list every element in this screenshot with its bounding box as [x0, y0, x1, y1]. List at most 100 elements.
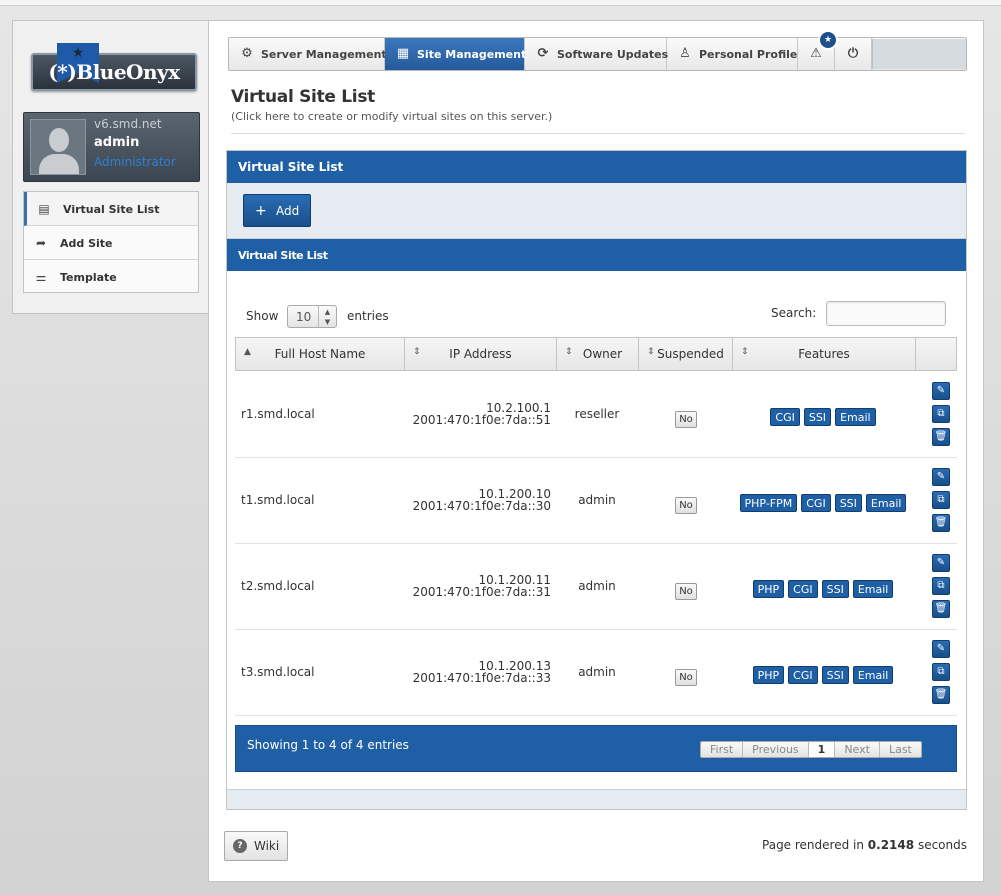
suspended-badge: No — [675, 411, 697, 428]
column-label: IP Address — [449, 347, 512, 361]
pager-previous[interactable]: Previous — [743, 742, 809, 757]
avatar — [30, 119, 86, 175]
browser-top-strip — [0, 0, 1001, 6]
logout-button[interactable]: ⏻ — [835, 38, 872, 70]
feature-tag: Email — [865, 494, 907, 512]
host-name: t1.smd.local — [241, 493, 315, 507]
owner: admin — [578, 579, 616, 593]
add-button[interactable]: + Add — [243, 194, 311, 227]
user-name: admin — [94, 135, 140, 150]
table-body-area: Show 10 ▲ ▼ entries Search: ▲ Full Host N… — [227, 271, 966, 789]
feature-tag: CGI — [788, 580, 818, 598]
tab-label: Server Management — [261, 48, 387, 61]
pager-page-1[interactable]: 1 — [808, 742, 836, 757]
sidebar-item-template[interactable]: ⚌ Template — [24, 260, 198, 294]
features: CGI SSI Email — [735, 408, 911, 426]
column-label: Owner — [582, 347, 623, 361]
edit-button[interactable]: ✎ — [932, 468, 950, 486]
pagination: First Previous 1 Next Last — [700, 741, 922, 758]
feature-tag: PHP — [752, 580, 785, 598]
ipv6: 2001:470:1f0e:7da::33 — [412, 671, 551, 685]
row-actions: ✎ ⧉ 🗑 — [932, 382, 950, 451]
tab-label: Site Management — [417, 48, 527, 61]
tab-server-management[interactable]: ⚙ Server Management — [229, 38, 387, 70]
render-time: Page rendered in 0.2148 seconds — [762, 838, 967, 852]
user-role-link[interactable]: Administrator — [94, 155, 176, 169]
tab-site-management[interactable]: ▦ Site Management — [385, 38, 527, 70]
sidebar-item-virtual-site-list[interactable]: ▤ Virtual Site List — [24, 192, 198, 226]
help-icon: ? — [233, 839, 247, 853]
feature-tag: SSI — [834, 494, 862, 512]
column-header-host[interactable]: ▲ Full Host Name — [236, 338, 405, 370]
tab-software-updates[interactable]: ⟳ Software Updates — [525, 38, 669, 70]
tab-label: Software Updates — [557, 48, 669, 61]
row-actions: ✎ ⧉ 🗑 — [932, 554, 950, 623]
external-window-icon: ⧉ — [937, 494, 945, 505]
row-actions: ✎ ⧉ 🗑 — [932, 640, 950, 709]
feature-tag: PHP-FPM — [739, 494, 798, 512]
column-header-suspended[interactable]: ⇕ Suspended — [639, 338, 733, 370]
row-actions: ✎ ⧉ 🗑 — [932, 468, 950, 537]
block-toolbar: + Add — [227, 183, 966, 239]
wiki-button[interactable]: ? Wiki — [224, 831, 288, 861]
sidebar-item-label: Add Site — [60, 237, 113, 250]
table-footer: Showing 1 to 4 of 4 entries First Previo… — [235, 725, 957, 772]
sidebar-item-add-site[interactable]: ➦ Add Site — [24, 226, 198, 260]
sidebar-item-label: Virtual Site List — [63, 203, 160, 216]
delete-button[interactable]: 🗑 — [932, 686, 950, 704]
external-window-icon: ⧉ — [937, 408, 945, 419]
trash-icon: 🗑 — [934, 517, 948, 528]
open-window-button[interactable]: ⧉ — [932, 405, 950, 423]
tab-personal-profile[interactable]: ♙ Personal Profile — [667, 38, 798, 70]
feature-tag: Email — [852, 580, 894, 598]
host-name: t2.smd.local — [241, 579, 315, 593]
user-icon: ♙ — [679, 46, 691, 61]
edit-button[interactable]: ✎ — [932, 554, 950, 572]
edit-button[interactable]: ✎ — [932, 640, 950, 658]
column-label: Full Host Name — [274, 347, 366, 361]
pager-next[interactable]: Next — [835, 742, 880, 757]
column-header-owner[interactable]: ⇕ Owner — [557, 338, 639, 370]
table-row: t1.smd.local 10.1.200.10 2001:470:1f0e:7… — [235, 458, 957, 544]
share-arrow-icon: ➦ — [35, 236, 47, 250]
open-window-button[interactable]: ⧉ — [932, 577, 950, 595]
ip-address: 10.1.200.11 2001:470:1f0e:7da::31 — [405, 574, 551, 598]
features: PHP CGI SSI Email — [735, 580, 911, 598]
open-window-button[interactable]: ⧉ — [932, 663, 950, 681]
refresh-icon: ⟳ — [537, 46, 549, 61]
search-label: Search: — [771, 306, 817, 320]
external-window-icon: ⧉ — [937, 580, 945, 591]
column-label: Suspended — [657, 347, 724, 361]
column-header-features[interactable]: ⇕ Features — [733, 338, 916, 370]
entries-label: entries — [347, 309, 389, 323]
delete-button[interactable]: 🗑 — [932, 600, 950, 618]
pencil-icon: ✎ — [936, 643, 946, 654]
pager-last[interactable]: Last — [880, 742, 921, 757]
pager-first[interactable]: First — [701, 742, 744, 757]
nav-search-field[interactable] — [872, 39, 966, 69]
sliders-icon: ⚌ — [35, 270, 47, 284]
feature-tag: SSI — [821, 580, 849, 598]
open-window-button[interactable]: ⧉ — [932, 491, 950, 509]
brand-logo[interactable]: ★ (*)BlueOnyx — [31, 43, 197, 91]
notification-badge[interactable]: ★ — [818, 30, 838, 50]
layout-icon: ▦ — [396, 46, 410, 61]
top-nav: ⚙ Server Management ▦ Site Management ⟳ … — [228, 30, 967, 71]
column-header-ip[interactable]: ⇕ IP Address — [405, 338, 557, 370]
delete-button[interactable]: 🗑 — [932, 428, 950, 446]
ipv6: 2001:470:1f0e:7da::31 — [412, 585, 551, 599]
side-nav: ▤ Virtual Site List ➦ Add Site ⚌ Templat… — [23, 191, 199, 293]
delete-button[interactable]: 🗑 — [932, 514, 950, 532]
block-header: Virtual Site List — [227, 151, 966, 183]
ip-address: 10.1.200.13 2001:470:1f0e:7da::33 — [405, 660, 551, 684]
entries-per-page-select[interactable]: 10 ▲ ▼ — [287, 305, 337, 328]
page-subtitle: (Click here to create or modify virtual … — [231, 110, 553, 123]
ipv6: 2001:470:1f0e:7da::30 — [412, 499, 551, 513]
edit-button[interactable]: ✎ — [932, 382, 950, 400]
column-header-actions — [916, 338, 957, 370]
tab-label: Personal Profile — [699, 48, 798, 61]
wiki-label: Wiki — [254, 839, 280, 853]
search-input[interactable] — [826, 301, 946, 326]
user-box: v6.smd.net admin Administrator — [23, 112, 200, 182]
table-header-title: Virtual Site List — [238, 249, 328, 262]
